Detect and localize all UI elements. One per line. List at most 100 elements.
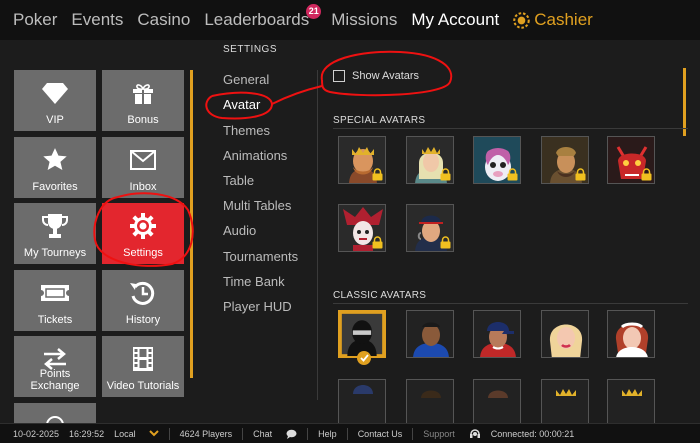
lock-icon <box>575 168 586 181</box>
menu-multi-tables[interactable]: Multi Tables <box>223 198 291 213</box>
avatar-special-king[interactable] <box>338 136 386 184</box>
avatar-classic-soccer[interactable] <box>406 310 454 358</box>
tile-label: Video Tutorials <box>106 380 180 392</box>
menu-tournaments[interactable]: Tournaments <box>223 249 298 264</box>
status-players: 4624 Players <box>179 428 233 439</box>
tile-partial[interactable] <box>14 403 96 426</box>
special-avatars-title: SPECIAL AVATARS <box>333 115 426 126</box>
timezone-select[interactable]: Local <box>114 429 159 439</box>
status-time: 16:29:52 <box>69 428 105 439</box>
nav-leaderboards-label: Leaderboards <box>204 10 310 29</box>
avatar-classic-redhead[interactable] <box>607 310 655 358</box>
avatar-image <box>339 380 385 423</box>
avatar-classic-row3-2[interactable] <box>406 379 454 423</box>
avatar-classic-row3-5[interactable] <box>607 379 655 423</box>
section-divider <box>333 303 688 304</box>
menu-player-hud[interactable]: Player HUD <box>223 299 292 314</box>
lock-icon <box>440 168 451 181</box>
tile-label: Settings <box>123 247 163 259</box>
tile-history[interactable]: History <box>102 270 184 331</box>
tile-settings[interactable]: Settings <box>102 203 184 264</box>
nav-cashier[interactable]: Cashier <box>513 10 593 30</box>
menu-animations[interactable]: Animations <box>223 148 287 163</box>
contact-us-link[interactable]: Contact Us <box>358 429 403 439</box>
support-button[interactable]: Support <box>423 428 481 440</box>
lock-icon <box>372 168 383 181</box>
gift-icon <box>102 78 184 108</box>
tile-label: Tickets <box>37 314 73 326</box>
tile-video-tutorials[interactable]: Video Tutorials <box>102 336 184 397</box>
tile-label: Bonus <box>127 114 159 126</box>
show-avatars-option[interactable]: Show Avatars <box>333 70 419 82</box>
avatar-special-queen[interactable] <box>406 136 454 184</box>
avatar-special-jester[interactable] <box>338 204 386 252</box>
tile-points-exchange[interactable]: Points Exchange <box>14 336 96 397</box>
show-avatars-label: Show Avatars <box>352 70 420 82</box>
status-separator <box>242 427 244 440</box>
support-label: Support <box>423 428 455 439</box>
avatar-image <box>474 311 520 357</box>
chat-label: Chat <box>253 428 273 439</box>
show-avatars-checkbox[interactable] <box>333 70 345 82</box>
tile-vip[interactable]: VIP <box>14 70 96 131</box>
avatar-classic-row3-3[interactable] <box>473 379 521 423</box>
tile-my-tourneys[interactable]: My Tourneys <box>14 203 96 264</box>
avatar-image <box>407 380 453 423</box>
avatar-classic-row3-1[interactable] <box>338 379 386 423</box>
nav-casino[interactable]: Casino <box>137 10 190 30</box>
classic-avatars-title: CLASSIC AVATARS <box>333 290 427 301</box>
headset-icon <box>469 428 480 438</box>
avatar-classic-blonde[interactable] <box>541 310 589 358</box>
tile-inbox[interactable]: Inbox <box>102 137 184 198</box>
menu-avatar[interactable]: Avatar <box>223 97 260 112</box>
chip-icon <box>513 11 530 29</box>
help-link[interactable]: Help <box>318 429 337 439</box>
avatar-image <box>608 311 654 357</box>
nav-events[interactable]: Events <box>71 10 123 30</box>
nav-my-account[interactable]: My Account <box>411 10 499 30</box>
lock-icon <box>641 168 652 181</box>
menu-audio[interactable]: Audio <box>223 223 256 238</box>
avatar-special-dragon[interactable] <box>607 136 655 184</box>
chat-bubble-icon <box>286 429 297 439</box>
leaderboards-badge: 21 <box>306 4 322 19</box>
lock-icon <box>507 168 518 181</box>
history-icon <box>102 278 184 308</box>
avatar-special-warrior[interactable] <box>541 136 589 184</box>
status-bar: 10-02-2025 16:29:52 Local 4624 Players C… <box>0 423 700 443</box>
tile-favorites[interactable]: Favorites <box>14 137 96 198</box>
tile-label: VIP <box>46 114 64 126</box>
avatar-classic-baseball[interactable] <box>473 310 521 358</box>
tile-bonus[interactable]: Bonus <box>102 70 184 131</box>
settings-title: SETTINGS <box>223 44 278 55</box>
nav-missions[interactable]: Missions <box>331 10 397 30</box>
lock-icon <box>440 236 451 249</box>
tiles-divider <box>190 70 193 378</box>
trophy-icon <box>14 211 96 241</box>
menu-general[interactable]: General <box>223 72 269 87</box>
chat-button[interactable]: Chat <box>253 429 297 439</box>
lock-icon <box>372 236 383 249</box>
menu-table[interactable]: Table <box>223 173 254 188</box>
status-separator <box>168 427 170 440</box>
nav-poker[interactable]: Poker <box>13 10 57 30</box>
avatar-classic-row3-4[interactable] <box>541 379 589 423</box>
cashier-label: Cashier <box>534 10 593 29</box>
tile-label: History <box>125 314 161 326</box>
timezone-label: Local <box>114 428 136 439</box>
status-separator <box>412 427 414 440</box>
status-separator <box>346 427 348 440</box>
avatar-special-unicorn[interactable] <box>473 136 521 184</box>
connection-status: Connected: 00:00:21 <box>490 428 575 439</box>
menu-time-bank[interactable]: Time Bank <box>223 274 285 289</box>
scrollbar[interactable] <box>683 68 686 136</box>
tile-label: Inbox <box>129 181 157 193</box>
avatar-image <box>542 311 588 357</box>
tile-tickets[interactable]: Tickets <box>14 270 96 331</box>
status-date: 10-02-2025 <box>13 428 60 439</box>
menu-themes[interactable]: Themes <box>223 123 270 138</box>
avatar-special-coach[interactable] <box>406 204 454 252</box>
tile-label: Favorites <box>32 181 78 193</box>
gear-icon <box>102 211 184 241</box>
nav-leaderboards[interactable]: Leaderboards 21 <box>204 4 322 30</box>
